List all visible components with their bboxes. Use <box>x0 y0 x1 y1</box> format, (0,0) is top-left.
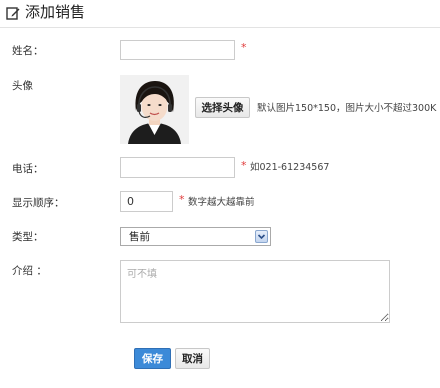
edit-icon <box>6 7 20 20</box>
cancel-button[interactable]: 取消 <box>175 348 210 369</box>
type-selected-value: 售前 <box>129 231 150 243</box>
choose-avatar-button[interactable]: 选择头像 <box>195 97 250 118</box>
page-header: 添加销售 <box>0 0 440 28</box>
chevron-down-icon[interactable] <box>255 230 268 243</box>
avatar-image <box>120 75 189 144</box>
phone-input[interactable] <box>120 157 235 178</box>
phone-hint: 如021-61234567 <box>250 162 330 173</box>
page-title: 添加销售 <box>25 3 86 21</box>
avatar-hint: 默认图片150*150，图片大小不超过300K <box>257 103 437 114</box>
display-order-input[interactable] <box>120 191 173 212</box>
avatar-portrait-icon <box>120 75 189 144</box>
display-order-required-mark: * <box>179 193 185 206</box>
name-input[interactable] <box>120 40 235 60</box>
save-button[interactable]: 保存 <box>134 348 171 369</box>
avatar-label: 头像 <box>12 80 33 92</box>
intro-textarea[interactable] <box>120 260 390 323</box>
name-required-mark: * <box>241 41 247 54</box>
type-label: 类型： <box>12 231 44 243</box>
phone-label: 电话： <box>12 163 44 175</box>
name-label: 姓名： <box>12 45 44 57</box>
display-order-label: 显示顺序： <box>12 197 65 209</box>
intro-label: 介绍 ： <box>12 265 47 277</box>
display-order-hint: 数字越大越靠前 <box>188 197 255 208</box>
phone-required-mark: * <box>241 159 247 172</box>
type-select[interactable]: 售前 <box>120 227 271 246</box>
